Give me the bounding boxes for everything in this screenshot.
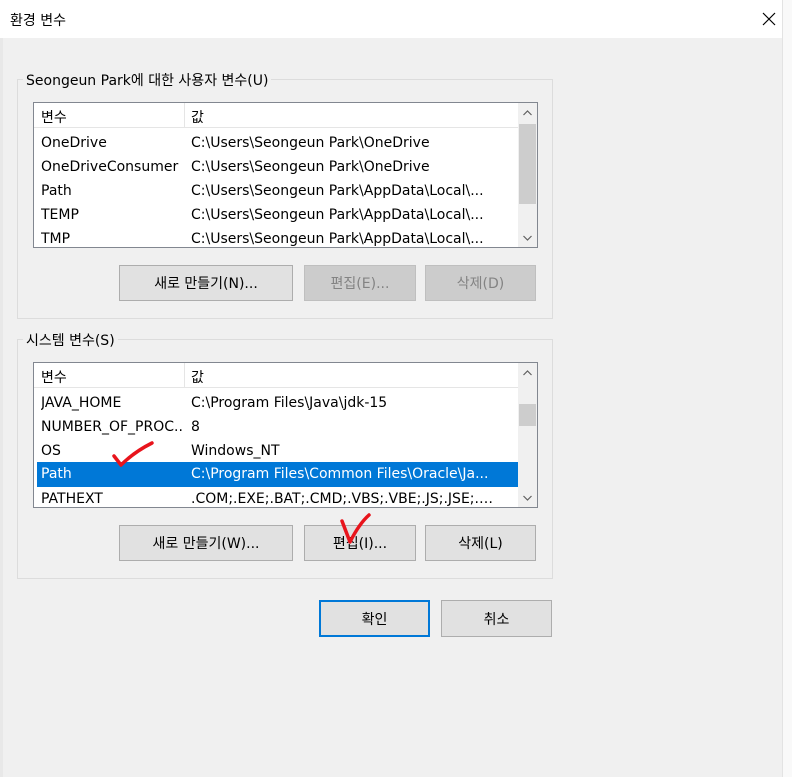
column-header-value[interactable]: 값 <box>191 367 204 387</box>
row-variable-name: TEMP <box>41 207 79 223</box>
scroll-thumb[interactable] <box>519 124 536 204</box>
background-window-edge-left <box>0 38 3 777</box>
row-variable-value: C:\Users\Seongeun Park\AppData\Local\... <box>191 231 484 247</box>
row-variable-value: C:\Users\Seongeun Park\OneDrive <box>191 135 430 151</box>
scroll-down-button[interactable] <box>518 488 537 507</box>
row-variable-name: OneDrive <box>41 135 107 151</box>
system-delete-button[interactable]: 삭제(L) <box>425 525 536 561</box>
vertical-scrollbar[interactable] <box>518 363 537 507</box>
list-header[interactable]: 변수 값 <box>34 363 518 388</box>
row-variable-name: JAVA_HOME <box>41 395 122 411</box>
row-variable-value: C:\Users\Seongeun Park\AppData\Local\... <box>191 183 484 199</box>
checkmark-annotation-icon <box>340 513 371 544</box>
ok-button[interactable]: 확인 <box>319 600 430 637</box>
row-variable-value: 8 <box>191 419 200 435</box>
scroll-thumb[interactable] <box>519 404 536 426</box>
chevron-up-icon <box>523 109 532 115</box>
row-variable-value: C:\Users\Seongeun Park\OneDrive <box>191 159 430 175</box>
chevron-down-icon <box>523 235 532 241</box>
column-separator[interactable] <box>184 363 185 387</box>
table-row[interactable]: PATHEXT .COM;.EXE;.BAT;.CMD;.VBS;.VBE;.J… <box>34 487 518 507</box>
user-variables-list[interactable]: 변수 값 OneDrive C:\Users\Seongeun Park\One… <box>33 102 538 248</box>
table-row[interactable]: TMP C:\Users\Seongeun Park\AppData\Local… <box>34 227 518 247</box>
row-variable-value: Windows_NT <box>191 443 280 459</box>
chevron-up-icon <box>523 369 532 375</box>
row-variable-name: NUMBER_OF_PROC... <box>41 419 183 435</box>
table-row[interactable]: OneDriveConsumer C:\Users\Seongeun Park\… <box>34 155 518 179</box>
table-row[interactable]: OneDrive C:\Users\Seongeun Park\OneDrive <box>34 131 518 155</box>
title-bar: 환경 변수 <box>0 0 792 38</box>
table-row[interactable]: TEMP C:\Users\Seongeun Park\AppData\Loca… <box>34 203 518 227</box>
user-delete-button[interactable]: 삭제(D) <box>425 265 536 301</box>
table-row[interactable]: OS Windows_NT <box>34 439 518 463</box>
user-variables-label: Seongeun Park에 대한 사용자 변수(U) <box>23 70 272 90</box>
cancel-button[interactable]: 취소 <box>441 600 552 637</box>
list-header[interactable]: 변수 값 <box>34 103 518 128</box>
window-title: 환경 변수 <box>10 13 66 29</box>
system-variables-list[interactable]: 변수 값 JAVA_HOME C:\Program Files\Java\jdk… <box>33 362 538 508</box>
row-variable-name: TMP <box>41 231 71 247</box>
row-variable-value: C:\Users\Seongeun Park\AppData\Local\... <box>191 207 484 223</box>
column-header-variable[interactable]: 변수 <box>41 367 67 387</box>
row-variable-name: PATHEXT <box>41 491 103 507</box>
close-icon <box>762 12 776 26</box>
table-row[interactable]: JAVA_HOME C:\Program Files\Java\jdk-15 <box>34 391 518 415</box>
column-header-value[interactable]: 값 <box>191 107 204 127</box>
column-header-variable[interactable]: 변수 <box>41 107 67 127</box>
table-row[interactable]: NUMBER_OF_PROC... 8 <box>34 415 518 439</box>
chevron-down-icon <box>523 495 532 501</box>
row-variable-name: OneDriveConsumer <box>41 159 179 175</box>
user-edit-button[interactable]: 편집(E)... <box>304 265 416 301</box>
row-variable-value: C:\Program Files\Common Files\Oracle\Ja.… <box>191 466 489 482</box>
scroll-down-button[interactable] <box>518 228 537 247</box>
background-window-edge <box>782 0 792 777</box>
scroll-up-button[interactable] <box>518 363 537 382</box>
vertical-scrollbar[interactable] <box>518 103 537 247</box>
user-new-button[interactable]: 새로 만들기(N)... <box>119 265 293 301</box>
system-new-button[interactable]: 새로 만들기(W)... <box>119 525 293 561</box>
row-variable-name: Path <box>41 183 72 199</box>
column-separator[interactable] <box>184 103 185 127</box>
row-variable-value: C:\Program Files\Java\jdk-15 <box>191 395 388 411</box>
checkmark-annotation-icon <box>112 441 154 467</box>
table-row[interactable]: Path C:\Users\Seongeun Park\AppData\Loca… <box>34 179 518 203</box>
scroll-up-button[interactable] <box>518 103 537 122</box>
system-variables-label: 시스템 변수(S) <box>23 330 118 350</box>
row-variable-value: .COM;.EXE;.BAT;.CMD;.VBS;.VBE;.JS;.JSE;.… <box>191 491 505 507</box>
